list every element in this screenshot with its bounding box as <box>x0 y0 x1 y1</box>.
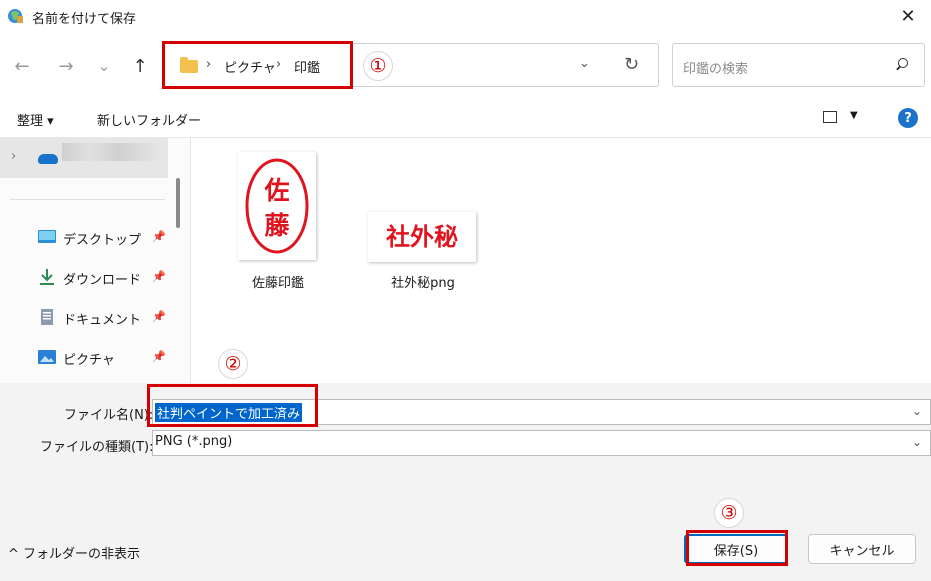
annotation-box-2 <box>147 384 318 427</box>
annotation-step-3: ③ <box>714 498 744 528</box>
refresh-icon[interactable]: ↻ <box>624 54 639 75</box>
file-name: 社外秘png <box>391 276 455 291</box>
title-bar: 名前を付けて保存 ✕ <box>0 0 931 32</box>
sidebar-item-pictures[interactable]: ピクチャ 📌 <box>38 344 168 372</box>
up-button[interactable]: ↑ <box>128 54 152 78</box>
annotation-box-3 <box>686 530 788 566</box>
pin-icon: 📌 <box>152 230 166 243</box>
hide-folders-button[interactable]: ^ フォルダーの非表示 <box>8 543 140 562</box>
sidebar-item-label: ダウンロード <box>63 273 142 288</box>
filetype-value: PNG (*.png) <box>155 434 233 449</box>
forward-button[interactable]: → <box>54 54 78 78</box>
close-button[interactable]: ✕ <box>885 0 931 32</box>
onedrive-icon <box>38 154 58 164</box>
pin-icon: 📌 <box>152 310 166 323</box>
annotation-step-2: ② <box>218 349 248 379</box>
search-placeholder: 印鑑の検索 <box>683 62 749 77</box>
pin-icon: 📌 <box>152 270 166 283</box>
document-icon <box>41 309 53 325</box>
seal-thumbnail-sato: 佐 藤 <box>238 152 316 260</box>
redacted-account-name <box>62 143 158 161</box>
command-toolbar: 整理 ▾ 新しいフォルダー ▼ ? <box>0 100 931 138</box>
navigation-bar: ← → ⌄ ↑ › ピクチャ › 印鑑 ⌄ ↻ 印鑑の検索 <box>0 32 931 100</box>
sidebar-item-label: ドキュメント <box>63 313 142 328</box>
pin-icon: 📌 <box>152 350 166 363</box>
sidebar-item-desktop[interactable]: デスクトップ 📌 <box>38 224 168 252</box>
search-icon[interactable] <box>896 58 908 70</box>
seal-thumbnail-shagaihi: 社外秘 <box>368 212 476 262</box>
annotation-step-1: ① <box>363 51 393 81</box>
search-input[interactable]: 印鑑の検索 <box>672 43 925 87</box>
address-dropdown-button[interactable]: ⌄ <box>579 56 590 71</box>
sidebar-scrollbar[interactable] <box>176 178 180 228</box>
seal-char: 佐 <box>263 176 289 205</box>
sidebar-item-downloads[interactable]: ダウンロード 📌 <box>38 264 168 292</box>
view-dropdown-icon[interactable]: ▼ <box>850 110 858 121</box>
download-icon <box>40 269 54 285</box>
sidebar-item-label: デスクトップ <box>63 233 142 248</box>
filename-label: ファイル名(N): <box>64 408 154 423</box>
filetype-select[interactable]: PNG (*.png) ⌄ <box>152 430 931 456</box>
sidebar-divider <box>10 199 165 200</box>
filetype-label: ファイルの種類(T): <box>40 440 154 455</box>
chevron-down-icon[interactable]: ⌄ <box>912 435 922 449</box>
navigation-pane: › デスクトップ 📌 ダウンロード 📌 ドキュメント 📌 ピクチャ 📌 <box>0 138 190 383</box>
pictures-icon <box>38 350 56 364</box>
file-item-sato-inkan[interactable]: 佐 藤 佐藤印鑑 <box>223 152 333 292</box>
recent-locations-button[interactable]: ⌄ <box>92 54 116 78</box>
file-name: 佐藤印鑑 <box>251 276 304 291</box>
view-icon[interactable] <box>823 111 837 123</box>
window-title: 名前を付けて保存 <box>32 12 137 27</box>
cancel-button[interactable]: キャンセル <box>808 534 916 564</box>
file-item-shagaihi[interactable]: 社外秘 社外秘png <box>368 152 478 292</box>
seal-char: 藤 <box>264 211 290 240</box>
app-icon <box>8 9 23 23</box>
sidebar-item-onedrive[interactable]: › <box>0 138 168 178</box>
file-list: 佐 藤 佐藤印鑑 社外秘 社外秘png <box>190 138 931 383</box>
organize-button[interactable]: 整理 ▾ <box>17 110 54 129</box>
seal-text: 社外秘 <box>386 222 458 251</box>
desktop-icon <box>38 230 56 243</box>
save-form-area: ファイル名(N): 社判ペイントで加工済み ⌄ ファイルの種類(T): PNG … <box>0 383 931 581</box>
annotation-box-1 <box>162 41 353 89</box>
sidebar-item-documents[interactable]: ドキュメント 📌 <box>38 304 168 332</box>
chevron-down-icon[interactable]: ⌄ <box>912 404 922 418</box>
new-folder-button[interactable]: 新しいフォルダー <box>97 110 201 129</box>
help-icon[interactable]: ? <box>898 108 918 128</box>
expand-chevron-icon[interactable]: › <box>11 149 16 164</box>
back-button[interactable]: ← <box>10 54 34 78</box>
sidebar-item-label: ピクチャ <box>63 353 115 368</box>
